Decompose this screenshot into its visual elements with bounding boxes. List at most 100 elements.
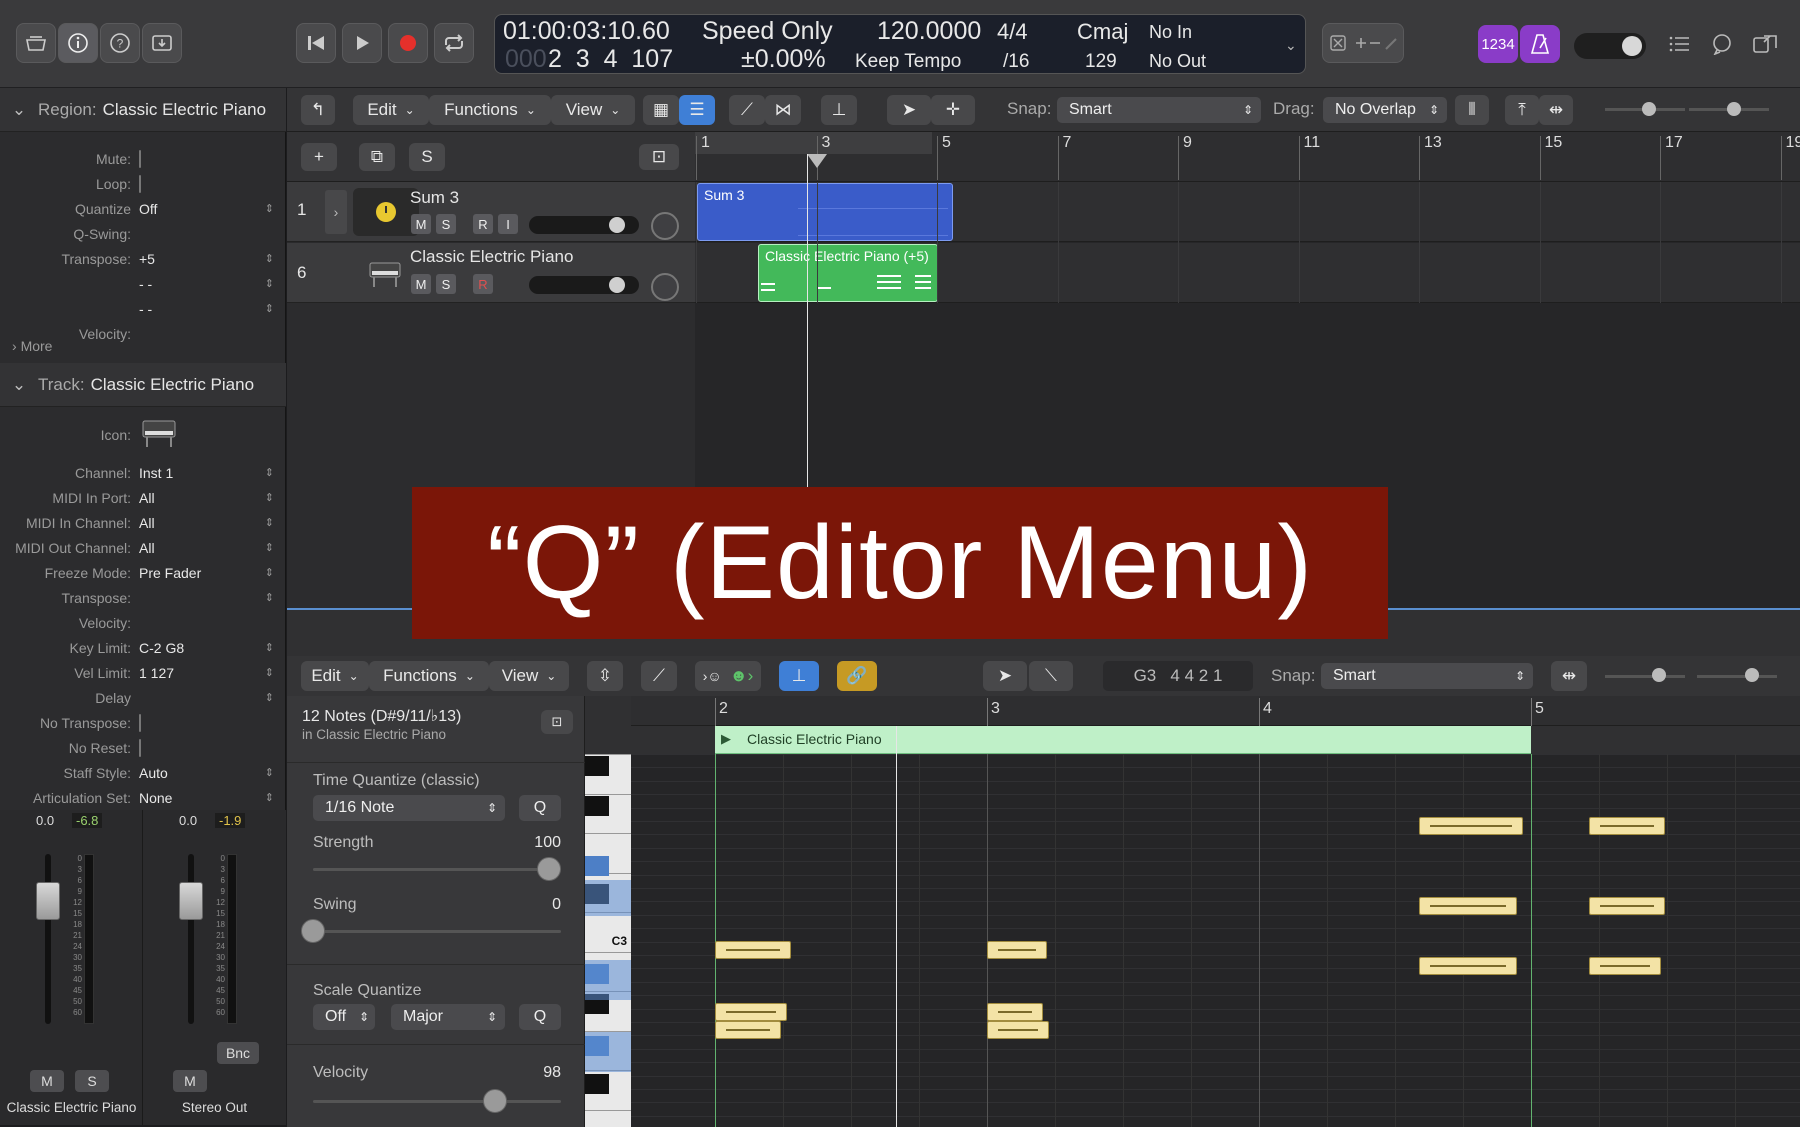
track-solo-button[interactable]: S: [436, 214, 456, 234]
toolbar-toggle-icon[interactable]: [142, 23, 182, 63]
pan-knob[interactable]: [651, 273, 679, 301]
collapse-vertical-icon[interactable]: ⇳: [587, 661, 623, 691]
add-track-button[interactable]: +: [301, 143, 337, 171]
replace-punch-group[interactable]: [1322, 23, 1404, 63]
automation-icon[interactable]: ⟋: [641, 661, 677, 691]
slider-knob[interactable]: [1642, 102, 1656, 116]
scale-quantize-q-button[interactable]: Q: [519, 1004, 561, 1030]
snap-select[interactable]: Smart⇕: [1057, 97, 1261, 123]
midi-draw-group[interactable]: ›☺☻›: [695, 661, 761, 691]
playhead-line[interactable]: [896, 726, 897, 1127]
param-row[interactable]: MIDI In Channel:All⇕: [0, 510, 286, 535]
midi-note[interactable]: [1589, 897, 1665, 915]
track-volume-slider[interactable]: [529, 216, 639, 234]
checkbox[interactable]: [139, 739, 141, 757]
lcd-display[interactable]: 01:00:03:10.60 000 2 3 4 107 Speed Only …: [494, 14, 1306, 74]
swing-slider-knob[interactable]: [301, 919, 325, 943]
midi-note[interactable]: [987, 1003, 1043, 1021]
param-value[interactable]: [139, 151, 286, 167]
strength-slider-knob[interactable]: [537, 857, 561, 881]
track-mute-button[interactable]: M: [411, 214, 431, 234]
velocity-slider-knob[interactable]: [483, 1089, 507, 1113]
waveform-zoom-icon[interactable]: ⦀: [1455, 95, 1489, 125]
swing-slider[interactable]: [313, 930, 561, 933]
track-name[interactable]: Classic Electric Piano: [410, 247, 573, 267]
bounce-button[interactable]: Bnc: [217, 1042, 259, 1064]
slider-knob[interactable]: [609, 277, 625, 293]
midi-note[interactable]: [1419, 957, 1517, 975]
playhead-marker[interactable]: [807, 154, 827, 168]
view-menu[interactable]: View⌄: [551, 95, 635, 125]
midi-note[interactable]: [715, 1003, 787, 1021]
collapse-icon[interactable]: ⊡: [639, 144, 679, 170]
automation-icon[interactable]: ⟋: [729, 95, 765, 125]
inspector-icon[interactable]: [58, 23, 98, 63]
lcd-chevron-down-icon[interactable]: ⌄: [1285, 37, 1297, 54]
track-volume-slider[interactable]: [529, 276, 639, 294]
track-inspector-header[interactable]: ⌄ Track: Classic Electric Piano: [0, 363, 286, 407]
midi-note[interactable]: [715, 941, 791, 959]
midi-note[interactable]: [1419, 897, 1517, 915]
list-view-icon[interactable]: ☰: [679, 95, 715, 125]
browsers-icon[interactable]: [1748, 28, 1784, 60]
midi-note[interactable]: [987, 941, 1047, 959]
strip-volume-value[interactable]: 0.0: [179, 813, 197, 828]
horizontal-zoom-slider[interactable]: [1697, 675, 1777, 678]
solo-button[interactable]: S: [75, 1070, 109, 1092]
list-editors-icon[interactable]: [1664, 28, 1696, 60]
black-key[interactable]: [585, 756, 609, 776]
horizontal-fit-icon[interactable]: ⇹: [1539, 95, 1573, 125]
track-mute-button[interactable]: M: [411, 274, 431, 294]
slider-knob[interactable]: [1652, 668, 1666, 682]
editor-functions-menu[interactable]: Functions⌄: [369, 661, 489, 691]
param-row[interactable]: QuantizeOff⇕: [0, 196, 286, 221]
checkbox[interactable]: [139, 714, 141, 732]
param-row[interactable]: - -⇕: [0, 296, 286, 321]
black-key[interactable]: [585, 1074, 609, 1094]
param-row[interactable]: Freeze Mode:Pre Fader⇕: [0, 560, 286, 585]
midi-note[interactable]: [987, 1021, 1049, 1039]
pan-knob[interactable]: [651, 212, 679, 240]
slider-knob[interactable]: [1745, 668, 1759, 682]
param-row[interactable]: Mute:: [0, 146, 286, 171]
param-row[interactable]: MIDI In Port:All⇕: [0, 485, 286, 510]
back-arrow-icon[interactable]: ↰: [301, 95, 335, 125]
track-row-classic-electric-piano[interactable]: 6 Classic Electric Piano M S R: [287, 243, 695, 303]
editor-view-menu[interactable]: View⌄: [489, 661, 569, 691]
midi-note[interactable]: [1419, 817, 1523, 835]
editor-edit-menu[interactable]: Edit⌄: [301, 661, 369, 691]
notes-icon[interactable]: [1706, 28, 1738, 60]
param-row[interactable]: Articulation Set:None⇕: [0, 785, 286, 810]
region-classic-electric-piano[interactable]: Classic Electric Piano (+5): [758, 244, 938, 302]
param-row[interactable]: Channel:Inst 1⇕: [0, 460, 286, 485]
count-in-button[interactable]: 1234: [1478, 25, 1518, 63]
track-record-button[interactable]: R: [473, 214, 493, 234]
param-row[interactable]: Velocity:: [0, 610, 286, 635]
catch-playhead-icon[interactable]: ⊥: [821, 95, 857, 125]
param-row[interactable]: Q-Swing:: [0, 221, 286, 246]
volume-fader-track[interactable]: [45, 854, 51, 1024]
quick-help-icon[interactable]: ?: [100, 23, 140, 63]
pencil-tool-icon[interactable]: ✛: [931, 95, 975, 125]
region-bar[interactable]: ▶ Classic Electric Piano: [715, 726, 1531, 754]
link-icon[interactable]: 🔗: [837, 661, 877, 691]
vertical-zoom-icon[interactable]: ⤒: [1505, 95, 1539, 125]
functions-menu[interactable]: Functions⌄: [429, 95, 551, 125]
track-input-monitor-button[interactable]: I: [498, 214, 518, 234]
time-quantize-q-button[interactable]: Q: [519, 795, 561, 821]
global-solo-button[interactable]: S: [409, 143, 445, 171]
track-record-button[interactable]: R: [473, 274, 493, 294]
black-key[interactable]: [585, 796, 609, 816]
slider-knob[interactable]: [609, 217, 625, 233]
volume-fader-handle[interactable]: [36, 882, 60, 920]
metronome-icon[interactable]: [1520, 25, 1560, 63]
mute-button[interactable]: M: [30, 1070, 64, 1092]
pointer-tool-icon[interactable]: ➤: [887, 95, 931, 125]
vertical-zoom-slider[interactable]: [1605, 675, 1685, 678]
track-name[interactable]: Sum 3: [410, 188, 459, 208]
param-row[interactable]: - -⇕: [0, 271, 286, 296]
param-row[interactable]: No Transpose:: [0, 710, 286, 735]
grid-view-icon[interactable]: ▦: [643, 95, 679, 125]
volume-fader-handle[interactable]: [179, 882, 203, 920]
pencil-tool-icon[interactable]: ⟍: [1029, 661, 1073, 691]
